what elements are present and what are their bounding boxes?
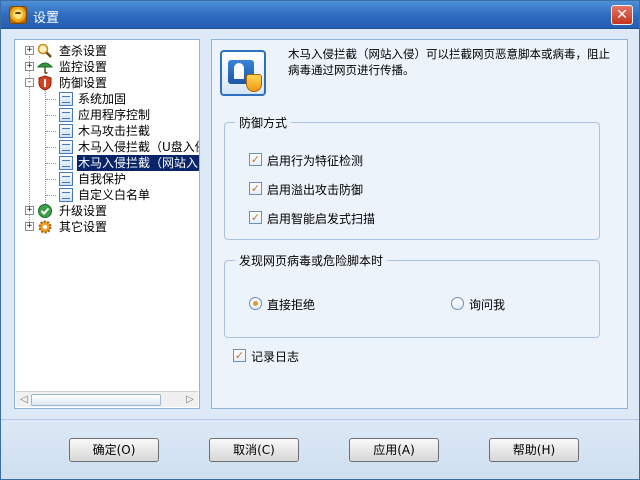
tree-item-label: 监控设置 bbox=[59, 60, 108, 74]
checkbox-label: 启用行为特征检测 bbox=[267, 154, 364, 168]
checkbox-label: 记录日志 bbox=[251, 350, 300, 364]
window-title: 设置 bbox=[33, 11, 60, 26]
checkbox-label: 启用溢出攻击防御 bbox=[267, 183, 364, 197]
checkbox-label: 启用智能启发式扫描 bbox=[267, 212, 376, 226]
tree-guide-line bbox=[46, 115, 56, 116]
tree-item-monitor-settings[interactable]: + 监控设置 bbox=[15, 59, 199, 75]
scroll-right-arrow-icon[interactable]: ▷ bbox=[184, 394, 196, 406]
tree-item-system-hardening[interactable]: 系统加固 bbox=[15, 91, 199, 107]
tree-guide-line bbox=[46, 147, 56, 148]
gear-icon bbox=[37, 219, 53, 235]
tree-guide-line bbox=[46, 99, 56, 100]
shield-badge-icon bbox=[246, 74, 262, 92]
expand-icon[interactable]: + bbox=[25, 46, 34, 55]
tree-item-label: 升级设置 bbox=[59, 204, 108, 218]
cancel-button[interactable]: 取消(C) bbox=[209, 438, 299, 462]
tree-item-label: 防御设置 bbox=[59, 76, 108, 90]
scrollbar-thumb[interactable] bbox=[31, 394, 161, 406]
tree-item-label: 应用程序控制 bbox=[78, 108, 151, 122]
tree-guide-line bbox=[46, 195, 56, 196]
web-intrusion-shield-icon bbox=[220, 50, 266, 96]
tree-item-label: 木马攻击拦截 bbox=[78, 124, 151, 138]
settings-tree-panel: + 查杀设置 + 监控设置 - 防御设置 系统加固 应用程序控制 木马攻击拦截 … bbox=[14, 39, 200, 409]
document-icon bbox=[59, 108, 73, 122]
tree-item-label: 自我保护 bbox=[78, 172, 127, 186]
help-button[interactable]: 帮助(H) bbox=[489, 438, 579, 462]
ok-button[interactable]: 确定(O) bbox=[69, 438, 159, 462]
settings-window: 设置 ✕ + 查杀设置 + 监控设置 - 防御设置 系统加固 应用程序控制 木马… bbox=[0, 0, 640, 480]
record-log-checkbox[interactable]: ✓ bbox=[233, 349, 246, 362]
app-logo-icon bbox=[9, 6, 27, 24]
group-legend: 发现网页病毒或危险脚本时 bbox=[235, 252, 388, 269]
document-icon bbox=[59, 172, 73, 186]
document-icon bbox=[59, 140, 73, 154]
tree-item-label: 木马入侵拦截（U盘入侵 bbox=[78, 140, 199, 154]
globe-check-icon bbox=[37, 203, 53, 219]
tree-item-label: 其它设置 bbox=[59, 220, 108, 234]
umbrella-icon bbox=[36, 59, 54, 75]
collapse-icon[interactable]: - bbox=[25, 78, 34, 87]
tree-item-label: 查杀设置 bbox=[59, 44, 108, 58]
tree-item-scan-settings[interactable]: + 查杀设置 bbox=[15, 43, 199, 59]
tree-item-app-control[interactable]: 应用程序控制 bbox=[15, 107, 199, 123]
document-icon bbox=[59, 156, 73, 170]
tree-guide-line bbox=[46, 163, 56, 164]
tree-item-custom-whitelist[interactable]: 自定义白名单 bbox=[15, 187, 199, 203]
feature-description: 木马入侵拦截（网站入侵）可以拦截网页恶意脚本或病毒，阻止病毒通过网页进行传播。 bbox=[288, 47, 610, 77]
dialog-button-bar: 确定(O) 取消(C) 应用(A) 帮助(H) bbox=[1, 419, 639, 479]
radio-label: 询问我 bbox=[469, 298, 506, 312]
tree-item-self-protection[interactable]: 自我保护 bbox=[15, 171, 199, 187]
document-icon bbox=[59, 188, 73, 202]
document-icon bbox=[59, 124, 73, 138]
tree-item-other-settings[interactable]: + 其它设置 bbox=[15, 219, 199, 235]
radio-label: 直接拒绝 bbox=[267, 298, 316, 312]
behavior-detection-checkbox[interactable]: ✓ bbox=[249, 153, 262, 166]
tree-item-usb-intrusion-block[interactable]: 木马入侵拦截（U盘入侵 bbox=[15, 139, 199, 155]
tree-item-label-selected: 木马入侵拦截（网站入 bbox=[77, 155, 199, 171]
ask-me-radio[interactable] bbox=[451, 297, 464, 310]
tree-item-web-intrusion-block[interactable]: 木马入侵拦截（网站入 bbox=[15, 155, 199, 171]
tree-item-trojan-attack-block[interactable]: 木马攻击拦截 bbox=[15, 123, 199, 139]
overflow-defense-checkbox[interactable]: ✓ bbox=[249, 182, 262, 195]
title-bar[interactable]: 设置 ✕ bbox=[1, 1, 639, 29]
tree-item-update-settings[interactable]: + 升级设置 bbox=[15, 203, 199, 219]
expand-icon[interactable]: + bbox=[25, 62, 34, 71]
heuristic-scan-checkbox[interactable]: ✓ bbox=[249, 211, 262, 224]
defense-method-group: 防御方式 ✓ 启用行为特征检测 ✓ 启用溢出攻击防御 ✓ 启用智能启发式扫描 bbox=[224, 114, 600, 240]
expand-icon[interactable]: + bbox=[25, 222, 34, 231]
expand-icon[interactable]: + bbox=[25, 206, 34, 215]
tree-guide-line bbox=[46, 131, 56, 132]
settings-content-panel: 木马入侵拦截（网站入侵）可以拦截网页恶意脚本或病毒，阻止病毒通过网页进行传播。 … bbox=[211, 39, 628, 409]
tree-item-label: 自定义白名单 bbox=[78, 188, 151, 202]
scroll-left-arrow-icon[interactable]: ◁ bbox=[18, 394, 30, 406]
reject-directly-radio[interactable] bbox=[249, 297, 262, 310]
group-legend: 防御方式 bbox=[235, 114, 292, 131]
horizontal-scrollbar[interactable]: ◁ ▷ bbox=[16, 391, 198, 407]
close-button[interactable]: ✕ bbox=[611, 5, 633, 25]
shield-icon bbox=[37, 75, 53, 91]
document-icon bbox=[59, 92, 73, 106]
threat-action-group: 发现网页病毒或危险脚本时 直接拒绝 询问我 bbox=[224, 252, 600, 338]
tree-item-defense-settings[interactable]: - 防御设置 bbox=[15, 75, 199, 91]
tree-item-label: 系统加固 bbox=[78, 92, 127, 106]
apply-button[interactable]: 应用(A) bbox=[349, 438, 439, 462]
settings-tree: + 查杀设置 + 监控设置 - 防御设置 系统加固 应用程序控制 木马攻击拦截 … bbox=[15, 40, 199, 390]
horse-glyph bbox=[234, 63, 244, 79]
magnifier-icon bbox=[37, 43, 53, 59]
tree-guide-line bbox=[46, 179, 56, 180]
